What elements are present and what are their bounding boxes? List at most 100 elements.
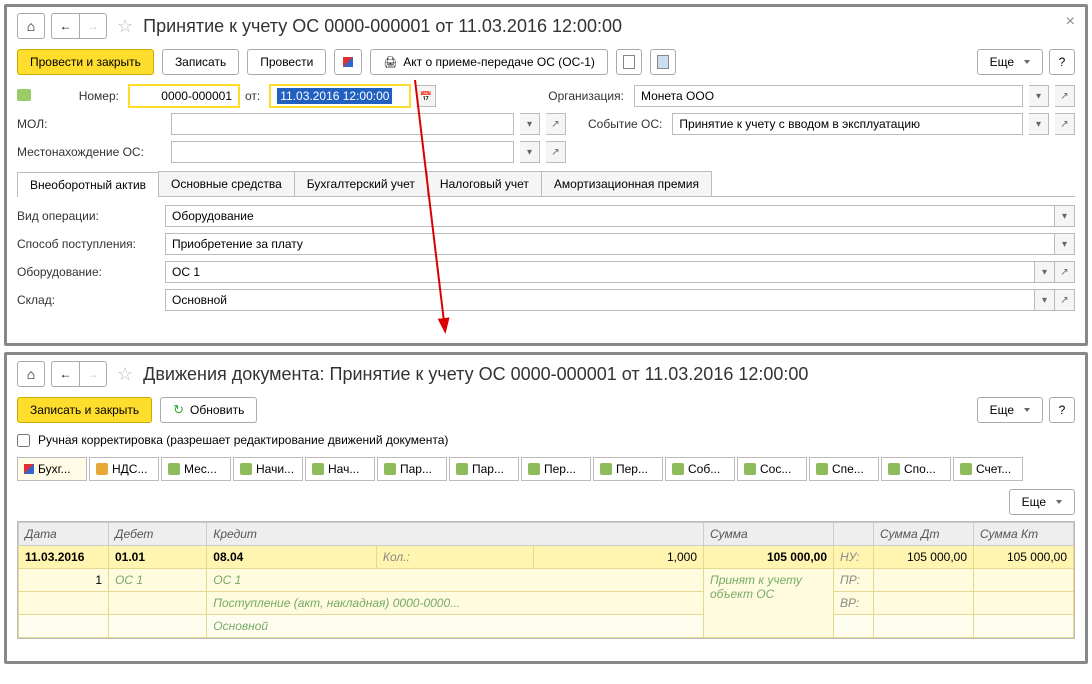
- mini-tab-0[interactable]: Бухг...: [17, 457, 87, 481]
- method-input[interactable]: Приобретение за плату: [165, 233, 1055, 255]
- refresh-button[interactable]: Обновить: [160, 397, 257, 423]
- location-open[interactable]: ↗: [546, 141, 566, 163]
- number-input[interactable]: 0000-000001: [129, 85, 239, 107]
- print-act-button[interactable]: Акт о приеме-передаче ОС (ОС-1): [370, 49, 608, 75]
- back-button[interactable]: ←: [51, 13, 79, 39]
- star-icon[interactable]: ☆: [113, 16, 137, 37]
- register-icon: [816, 463, 828, 475]
- register-icon: [888, 463, 900, 475]
- mini-tab-10[interactable]: Сос...: [737, 457, 807, 481]
- store-label: Склад:: [17, 293, 165, 307]
- store-dropdown[interactable]: ▾: [1035, 289, 1055, 311]
- op-label: Вид операции:: [17, 209, 165, 223]
- mini-tab-4[interactable]: Нач...: [305, 457, 375, 481]
- more-button[interactable]: Еще: [977, 397, 1043, 423]
- post-button[interactable]: Провести: [247, 49, 326, 75]
- equip-dropdown[interactable]: ▾: [1035, 261, 1055, 283]
- number-row: Номер: 0000-000001 от: 11.03.2016 12:00:…: [17, 85, 1075, 107]
- forward-button[interactable]: →: [79, 13, 107, 39]
- org-dropdown[interactable]: ▾: [1029, 85, 1049, 107]
- document-panel: × ← → ☆ Принятие к учету ОС 0000-000001 …: [4, 4, 1088, 346]
- header2: ← → ☆ Движения документа: Принятие к уче…: [17, 361, 1075, 387]
- back-button[interactable]: ←: [51, 361, 79, 387]
- manual-label: Ручная корректировка (разрешает редактир…: [38, 433, 448, 447]
- mini-tab-5[interactable]: Пар...: [377, 457, 447, 481]
- status-icon: [17, 89, 31, 101]
- home-icon: [27, 18, 35, 34]
- mini-tab-13[interactable]: Счет...: [953, 457, 1023, 481]
- dk-icon: [343, 57, 353, 67]
- op-dropdown[interactable]: ▾: [1055, 205, 1075, 227]
- calendar-button[interactable]: [416, 85, 436, 107]
- manual-row: Ручная корректировка (разрешает редактир…: [17, 433, 1075, 447]
- entries-table-wrap: Дата Дебет Кредит Сумма Сумма Дт Сумма К…: [17, 521, 1075, 639]
- doc-icon: [657, 55, 669, 69]
- location-input[interactable]: [171, 141, 514, 163]
- save-button[interactable]: Записать: [162, 49, 239, 75]
- th-debit: Дебет: [109, 523, 207, 546]
- help-button[interactable]: ?: [1049, 397, 1075, 423]
- manual-checkbox[interactable]: [17, 434, 30, 447]
- forward-button[interactable]: →: [79, 361, 107, 387]
- mini-tab-8[interactable]: Пер...: [593, 457, 663, 481]
- op-input[interactable]: Оборудование: [165, 205, 1055, 227]
- mol-input[interactable]: [171, 113, 514, 135]
- close-icon[interactable]: ×: [1066, 13, 1075, 31]
- table-row[interactable]: 11.03.2016 01.01 08.04 Кол.: 1,000 105 0…: [19, 546, 1074, 569]
- post-close-button[interactable]: Провести и закрыть: [17, 49, 154, 75]
- chevron-down-icon: [1056, 500, 1062, 504]
- mini-tab-11[interactable]: Спе...: [809, 457, 879, 481]
- doc1-button[interactable]: [616, 49, 642, 75]
- event-dropdown[interactable]: ▾: [1029, 113, 1049, 135]
- mol-open[interactable]: ↗: [546, 113, 566, 135]
- home-icon: [27, 366, 35, 382]
- home-button[interactable]: [17, 13, 45, 39]
- store-input[interactable]: Основной: [165, 289, 1035, 311]
- register-tabs: Бухг... НДС... Мес... Начи... Нач... Пар…: [17, 457, 1075, 481]
- mol-dropdown[interactable]: ▾: [520, 113, 540, 135]
- more-button[interactable]: Еще: [977, 49, 1043, 75]
- store-open[interactable]: ↗: [1055, 289, 1075, 311]
- register-icon: [744, 463, 756, 475]
- chevron-down-icon: [1024, 60, 1030, 64]
- mini-tab-6[interactable]: Пар...: [449, 457, 519, 481]
- method-dropdown[interactable]: ▾: [1055, 233, 1075, 255]
- mini-tab-12[interactable]: Спо...: [881, 457, 951, 481]
- table-row[interactable]: Поступление (акт, накладная) 0000-0000..…: [19, 592, 1074, 615]
- register-icon: [672, 463, 684, 475]
- entries-table: Дата Дебет Кредит Сумма Сумма Дт Сумма К…: [18, 522, 1074, 638]
- location-dropdown[interactable]: ▾: [520, 141, 540, 163]
- equip-open[interactable]: ↗: [1055, 261, 1075, 283]
- mini-tab-3[interactable]: Начи...: [233, 457, 303, 481]
- help-button[interactable]: ?: [1049, 49, 1075, 75]
- home-button[interactable]: [17, 361, 45, 387]
- toolbar2: Записать и закрыть Обновить Еще ?: [17, 397, 1075, 423]
- number-label: Номер:: [43, 89, 123, 103]
- tab-asset[interactable]: Внеоборотный актив: [17, 172, 159, 197]
- table-row[interactable]: Основной: [19, 615, 1074, 638]
- org-input[interactable]: Монета ООО: [634, 85, 1023, 107]
- tab-tax[interactable]: Налоговый учет: [427, 171, 542, 196]
- org-open[interactable]: ↗: [1055, 85, 1075, 107]
- mini-tab-1[interactable]: НДС...: [89, 457, 159, 481]
- th-sumdt: Сумма Дт: [874, 523, 974, 546]
- tab-fixed-assets[interactable]: Основные средства: [158, 171, 295, 196]
- event-open[interactable]: ↗: [1055, 113, 1075, 135]
- tab-accounting[interactable]: Бухгалтерский учет: [294, 171, 428, 196]
- equip-input[interactable]: ОС 1: [165, 261, 1035, 283]
- event-input[interactable]: Принятие к учету с вводом в эксплуатацию: [672, 113, 1023, 135]
- header: ← → ☆ Принятие к учету ОС 0000-000001 от…: [17, 13, 1075, 39]
- tab-bonus[interactable]: Амортизационная премия: [541, 171, 712, 196]
- th-credit: Кредит: [207, 523, 704, 546]
- location-label: Местонахождение ОС:: [17, 145, 165, 159]
- save-close-button[interactable]: Записать и закрыть: [17, 397, 152, 423]
- date-input[interactable]: 11.03.2016 12:00:00: [270, 85, 410, 107]
- dk-button[interactable]: [334, 49, 362, 75]
- mini-tab-7[interactable]: Пер...: [521, 457, 591, 481]
- mini-tab-2[interactable]: Мес...: [161, 457, 231, 481]
- mini-tab-9[interactable]: Соб...: [665, 457, 735, 481]
- doc2-button[interactable]: [650, 49, 676, 75]
- table-more-button[interactable]: Еще: [1009, 489, 1075, 515]
- star-icon[interactable]: ☆: [113, 364, 137, 385]
- table-row[interactable]: 1 ОС 1 ОС 1 Принят к учету объект ОС ПР:: [19, 569, 1074, 592]
